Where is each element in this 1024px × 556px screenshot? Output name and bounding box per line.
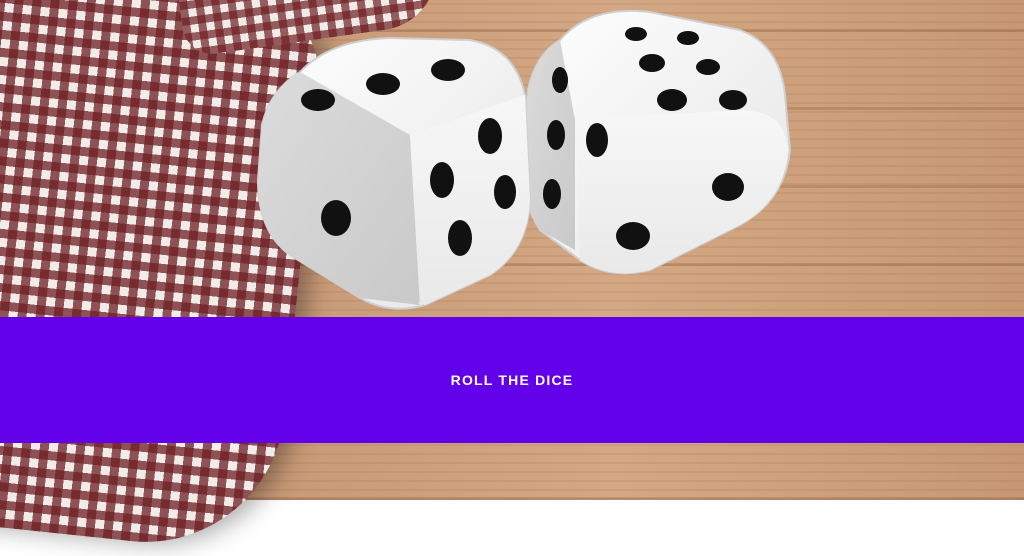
left-die (256, 36, 532, 310)
right-die (520, 9, 792, 275)
roll-the-dice-button[interactable]: ROLL THE DICE (0, 317, 1024, 443)
